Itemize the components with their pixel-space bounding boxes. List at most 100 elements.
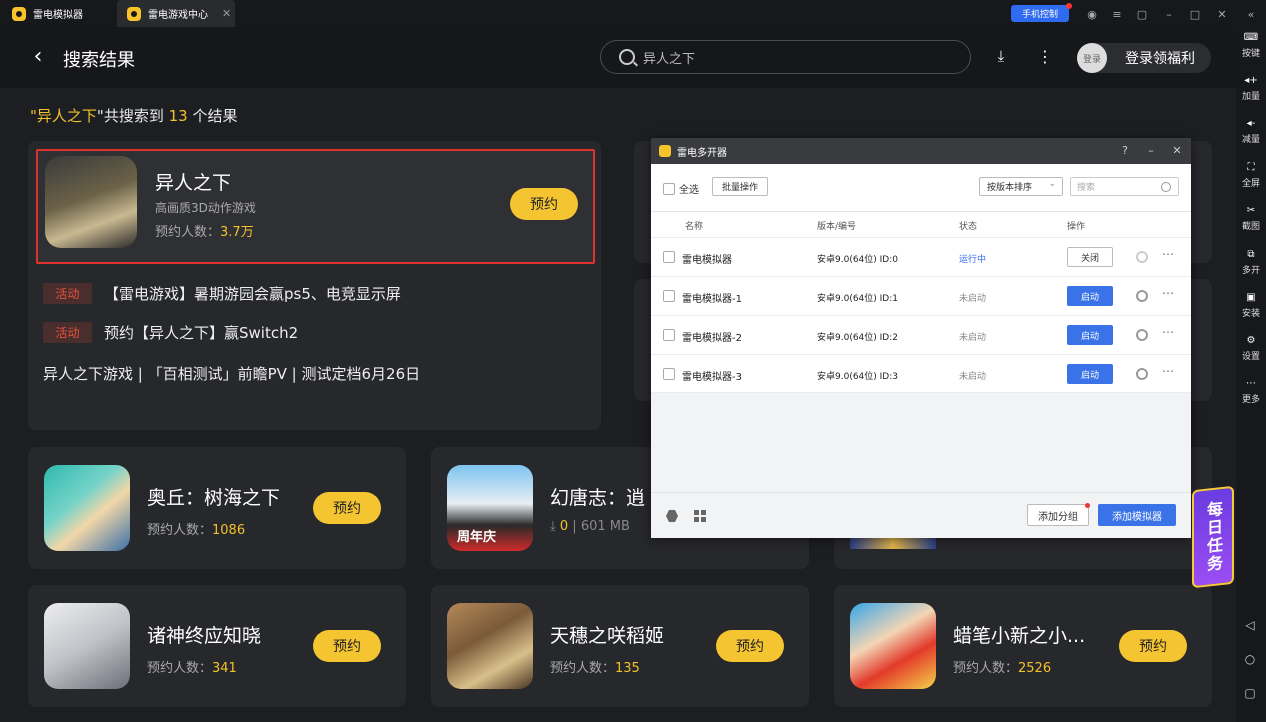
download-count: 0 — [559, 519, 569, 534]
stop-button[interactable]: 关闭 — [1067, 247, 1113, 267]
chevron-down-icon: ⌄ — [1048, 179, 1056, 189]
download-arrow-icon: ⤓ — [550, 519, 560, 534]
daily-task-badge[interactable]: 每日任务 — [1192, 485, 1234, 589]
toolbar: 全选 批量操作 按版本排序 ⌄ 搜索 — [651, 164, 1191, 212]
activity-item[interactable]: 活动 【雷电游戏】暑期游园会赢ps5、电竞显示屏 — [43, 283, 401, 304]
more-icon[interactable]: ⋯ — [1162, 364, 1174, 378]
game-card[interactable]: 诸神终应知晓 预约人数：341 预约 — [28, 585, 406, 707]
help-icon[interactable]: ? — [1118, 143, 1132, 157]
sidebar-item-settings[interactable]: ⚙ 设置 — [1236, 335, 1266, 363]
featured-game-card[interactable]: 异人之下 高画质3D动作游戏 预约人数：3.7万 预约 活动 【雷电游戏】暑期游… — [28, 141, 601, 430]
instance-status: 运行中 — [959, 255, 987, 265]
phone-control-button[interactable]: 手机控制 — [1011, 3, 1072, 22]
activity-badge: 活动 — [43, 322, 92, 343]
minimize-icon[interactable]: – — [1161, 6, 1177, 22]
game-card[interactable]: 天穗之咲稻姬 预约人数：135 预约 — [431, 585, 809, 707]
minimize-icon[interactable]: – — [1144, 143, 1158, 157]
sidebar-item-keymap[interactable]: ⌨ 按键 — [1236, 32, 1266, 60]
restore-icon[interactable]: ▢ — [1134, 6, 1150, 22]
instance-version: 安卓9.0(64位) ID:1 — [817, 294, 898, 304]
featured-game-header[interactable]: 异人之下 高画质3D动作游戏 预约人数：3.7万 预约 — [36, 149, 595, 264]
sidebar-item-fullscreen[interactable]: ⛶ 全屏 — [1236, 162, 1266, 190]
settings-icon[interactable] — [1136, 290, 1148, 302]
maximize-icon[interactable]: □ — [1187, 6, 1203, 22]
sidebar-item-install[interactable]: ▣ 安装 — [1236, 292, 1266, 320]
table-row[interactable]: 雷电模拟器-1 安卓9.0(64位) ID:1 未启动 启动 ⋯ — [651, 276, 1191, 315]
start-button[interactable]: 启动 — [1067, 286, 1113, 306]
window-titlebar[interactable]: 雷电多开器 ? – ✕ — [651, 138, 1191, 164]
table-row[interactable]: 雷电模拟器 安卓9.0(64位) ID:0 运行中 关闭 ⋯ — [651, 237, 1191, 276]
batch-operation-button[interactable]: 批量操作 — [712, 177, 768, 196]
more-vertical-icon[interactable]: ⋮ — [1037, 47, 1053, 66]
close-window-icon[interactable]: ✕ — [1214, 6, 1230, 22]
login-button[interactable]: 登录 登录领福利 — [1077, 43, 1211, 73]
sidebar-item-volume-up[interactable]: ◂+ 加量 — [1236, 75, 1266, 103]
settings-hex-icon[interactable] — [666, 510, 678, 522]
search-bar[interactable] — [600, 40, 971, 74]
game-news[interactable]: 异人之下游戏 | 「百相测试」前瞻PV | 测试定档6月26日 — [43, 363, 420, 384]
select-all[interactable]: 全选 — [663, 181, 699, 196]
reserve-label: 预约人数： — [147, 523, 213, 538]
close-icon[interactable]: ✕ — [1170, 143, 1184, 157]
sort-select[interactable]: 按版本排序 ⌄ — [979, 177, 1063, 196]
reserve-button[interactable]: 预约 — [510, 188, 578, 220]
nav-recent-icon[interactable]: ▢ — [1243, 686, 1257, 700]
settings-icon[interactable] — [1136, 329, 1148, 341]
nav-home-icon[interactable]: ○ — [1243, 652, 1257, 666]
row-checkbox[interactable] — [663, 329, 675, 341]
row-checkbox[interactable] — [663, 290, 675, 302]
checkbox[interactable] — [663, 182, 675, 195]
back-arrow-icon[interactable]: ‹ — [28, 43, 48, 69]
login-label: 登录领福利 — [1125, 51, 1195, 67]
add-emulator-button[interactable]: 添加模拟器 — [1098, 504, 1176, 526]
activity-item[interactable]: 活动 预约【异人之下】赢Switch2 — [43, 322, 298, 343]
settings-icon[interactable] — [1136, 251, 1148, 263]
reserve-button[interactable]: 预约 — [1119, 630, 1187, 662]
sidebar-item-volume-down[interactable]: ◂- 减量 — [1236, 118, 1266, 146]
start-button[interactable]: 启动 — [1067, 325, 1113, 345]
reserve-button[interactable]: 预约 — [313, 492, 381, 524]
col-version: 版本/编号 — [817, 222, 857, 232]
download-icon[interactable]: ⤓ — [992, 47, 1010, 65]
multi-instance-logo-icon — [659, 145, 671, 157]
user-icon[interactable]: ◉ — [1084, 6, 1100, 22]
col-name: 名称 — [685, 222, 704, 232]
sidebar-item-more[interactable]: ⋯ 更多 — [1236, 378, 1266, 406]
grid-view-icon[interactable] — [694, 510, 706, 522]
reserve-count: 预约人数：2526 — [953, 657, 1051, 676]
col-action: 操作 — [1067, 222, 1086, 232]
settings-icon[interactable] — [1136, 368, 1148, 380]
search-input[interactable] — [643, 49, 943, 65]
game-subtitle: 高画质3D动作游戏 — [155, 201, 256, 215]
game-card[interactable]: 蜡笔小新之小... 预约人数：2526 预约 — [834, 585, 1212, 707]
tab-game-center[interactable]: 雷电游戏中心 ✕ — [117, 0, 235, 27]
window-footer: 添加分组 添加模拟器 — [651, 492, 1191, 538]
more-icon[interactable]: ⋯ — [1162, 286, 1174, 300]
tab-emulator[interactable]: 雷电模拟器 — [0, 0, 116, 27]
select-all-label: 全选 — [679, 185, 699, 196]
table-row[interactable]: 雷电模拟器-3 安卓9.0(64位) ID:3 未启动 启动 ⋯ — [651, 354, 1191, 393]
table-row[interactable]: 雷电模拟器-2 安卓9.0(64位) ID:2 未启动 启动 ⋯ — [651, 315, 1191, 354]
multi-instance-window[interactable]: 雷电多开器 ? – ✕ 全选 批量操作 按版本排序 ⌄ 搜索 名称 版本/编号 状… — [651, 138, 1191, 538]
reserve-button[interactable]: 预约 — [716, 630, 784, 662]
close-icon[interactable]: ✕ — [222, 7, 231, 20]
reserve-label: 预约人数： — [147, 661, 213, 676]
game-title: 蜡笔小新之小... — [953, 625, 1086, 647]
reserve-count: 预约人数：135 — [550, 657, 640, 676]
start-button[interactable]: 启动 — [1067, 364, 1113, 384]
row-checkbox[interactable] — [663, 251, 675, 263]
nav-back-icon[interactable]: ◁ — [1243, 618, 1257, 632]
menu-icon[interactable]: ≡ — [1109, 6, 1125, 22]
reserve-button[interactable]: 预约 — [313, 630, 381, 662]
sidebar-item-screenshot[interactable]: ✂ 截图 — [1236, 205, 1266, 233]
collapse-sidebar-icon[interactable]: « — [1243, 6, 1259, 22]
sidebar-item-multi[interactable]: ⧉ 多开 — [1236, 249, 1266, 277]
more-icon[interactable]: ⋯ — [1162, 247, 1174, 261]
more-icon[interactable]: ⋯ — [1162, 325, 1174, 339]
row-checkbox[interactable] — [663, 368, 675, 380]
add-group-button[interactable]: 添加分组 — [1027, 503, 1090, 526]
game-card[interactable]: 奥丘：树海之下 预约人数：1086 预约 — [28, 447, 406, 569]
reserve-count: 预约人数：1086 — [147, 519, 245, 538]
instance-search-input[interactable]: 搜索 — [1070, 177, 1179, 196]
sidebar-label: 截图 — [1241, 222, 1260, 232]
